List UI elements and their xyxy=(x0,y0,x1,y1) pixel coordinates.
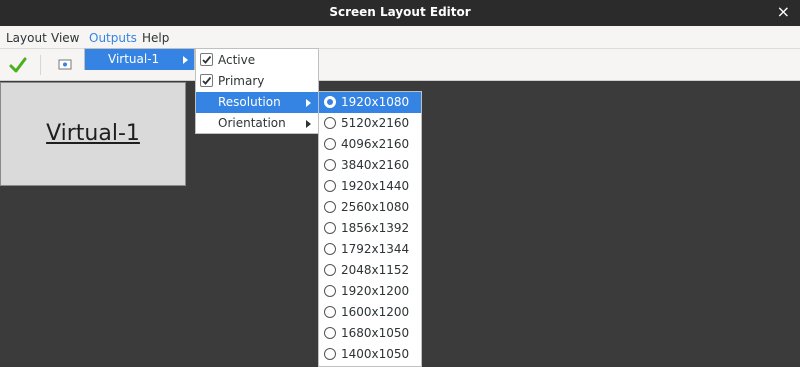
resolution-option[interactable]: 2560x1080 xyxy=(319,197,421,218)
checkmark-icon xyxy=(9,57,27,73)
resolution-option-label: 1680x1050 xyxy=(341,326,410,340)
toolbar-separator xyxy=(40,55,41,75)
resolution-option[interactable]: 1920x1080 xyxy=(319,92,421,113)
apply-button[interactable] xyxy=(7,54,29,76)
resolution-option[interactable]: 4096x2160 xyxy=(319,134,421,155)
radio-icon xyxy=(324,348,336,360)
submenu-arrow-icon xyxy=(183,56,188,64)
checkmark-icon xyxy=(202,76,212,85)
monitor-virtual-1[interactable]: Virtual-1 xyxy=(0,82,186,186)
resolution-option-label: 2048x1152 xyxy=(341,263,410,277)
resolution-option[interactable]: 1792x1344 xyxy=(319,239,421,260)
menu-outputs[interactable]: Outputs xyxy=(89,30,137,46)
outputs-menu-item-virtual-1[interactable]: Virtual-1 xyxy=(85,49,194,70)
radio-icon xyxy=(324,243,336,255)
radio-icon xyxy=(324,222,336,234)
radio-icon xyxy=(324,96,336,108)
resolution-option[interactable]: 5120x2160 xyxy=(319,113,421,134)
primary-toggle[interactable]: Primary xyxy=(196,71,318,92)
resolution-option[interactable]: 1680x1050 xyxy=(319,323,421,344)
submenu-arrow-icon xyxy=(306,99,311,107)
resolution-label: Resolution xyxy=(218,95,281,109)
resolution-option-label: 4096x2160 xyxy=(341,137,410,151)
resolution-menu-item[interactable]: Resolution xyxy=(196,92,318,113)
radio-icon xyxy=(324,285,336,297)
submenu-arrow-icon xyxy=(306,120,311,128)
monitor-label: Virtual-1 xyxy=(46,121,140,146)
display-settings-icon xyxy=(58,59,72,70)
orientation-label: Orientation xyxy=(218,116,286,130)
resolution-option-label: 1856x1392 xyxy=(341,221,410,235)
resolution-option[interactable]: 1856x1392 xyxy=(319,218,421,239)
resolution-option-label: 1920x1440 xyxy=(341,179,410,193)
window-titlebar: Screen Layout Editor × xyxy=(0,0,800,26)
radio-icon xyxy=(324,117,336,129)
radio-icon xyxy=(324,264,336,276)
menu-layout[interactable]: Layout xyxy=(6,30,47,46)
radio-icon xyxy=(324,327,336,339)
resolution-option-label: 1920x1080 xyxy=(341,95,410,109)
menubar: Layout View Outputs Help xyxy=(0,26,800,49)
display-settings-button[interactable] xyxy=(54,54,76,76)
resolution-option-label: 2560x1080 xyxy=(341,200,410,214)
resolution-option[interactable]: 2048x1152 xyxy=(319,260,421,281)
primary-checkbox[interactable] xyxy=(200,74,213,87)
menu-help[interactable]: Help xyxy=(142,30,169,46)
resolution-option[interactable]: 1920x1200 xyxy=(319,281,421,302)
close-icon[interactable]: × xyxy=(777,3,790,21)
active-label: Active xyxy=(218,53,256,67)
primary-label: Primary xyxy=(218,74,265,88)
resolution-option[interactable]: 1920x1440 xyxy=(319,176,421,197)
menu-view[interactable]: View xyxy=(51,30,79,46)
radio-icon xyxy=(324,306,336,318)
resolution-option[interactable]: 1600x1200 xyxy=(319,302,421,323)
outputs-menu-item-label: Virtual-1 xyxy=(108,52,160,66)
resolution-option-label: 1920x1200 xyxy=(341,284,410,298)
resolution-option-label: 1600x1200 xyxy=(341,305,410,319)
resolution-option-label: 3840x2160 xyxy=(341,158,410,172)
orientation-menu-item[interactable]: Orientation xyxy=(196,113,318,134)
active-checkbox[interactable] xyxy=(200,53,213,66)
resolution-option-label: 1792x1344 xyxy=(341,242,410,256)
output-submenu: Active Primary Resolution Orientation xyxy=(195,48,319,134)
resolution-option[interactable]: 3840x2160 xyxy=(319,155,421,176)
resolution-option-label: 5120x2160 xyxy=(341,116,410,130)
radio-icon xyxy=(324,180,336,192)
radio-icon xyxy=(324,159,336,171)
radio-icon xyxy=(324,201,336,213)
active-toggle[interactable]: Active xyxy=(196,50,318,71)
outputs-menu: Virtual-1 xyxy=(84,48,195,70)
checkmark-icon xyxy=(202,55,212,64)
window-title: Screen Layout Editor xyxy=(329,5,471,19)
radio-icon xyxy=(324,138,336,150)
resolution-submenu: 1920x1080 5120x2160 4096x2160 3840x2160 … xyxy=(318,91,422,367)
